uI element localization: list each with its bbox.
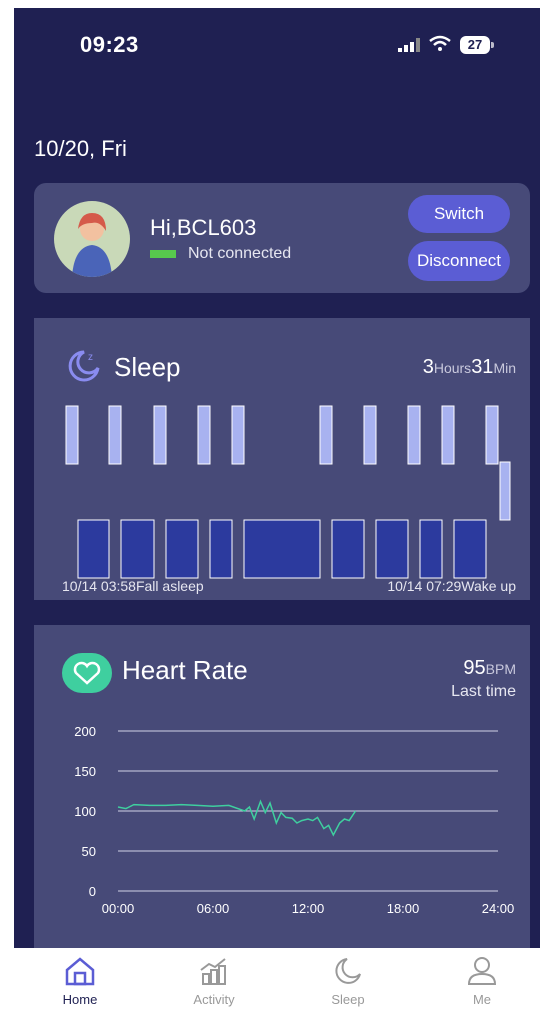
heart-rate-card[interactable]: Heart Rate 95BPM Last time 0 50 100 150 200 0… — [34, 625, 530, 948]
connection-status: Not connected — [150, 245, 291, 263]
sleep-title: Sleep — [114, 352, 181, 382]
tab-home-label: Home — [62, 992, 98, 1007]
battery-tip — [491, 42, 494, 48]
tab-activity[interactable]: Activity — [164, 948, 264, 1007]
tab-sleep[interactable]: Sleep — [298, 948, 398, 1007]
y-tick-label: 50 — [82, 844, 96, 859]
y-tick-label: 200 — [74, 724, 96, 739]
user-card: Hi,BCL603 Not connected Switch Disconnec… — [34, 183, 530, 293]
switch-button[interactable]: Switch — [408, 195, 510, 233]
sleep-card[interactable]: z Sleep 3Hours31Min 10/14 03:58Fall asle… — [34, 318, 530, 600]
bpm-value: 95 — [463, 657, 486, 679]
sleep-duration: 3Hours31Min — [423, 356, 516, 379]
heart-icon — [62, 653, 112, 693]
status-bar: 09:23 27 — [14, 8, 540, 68]
tab-me[interactable]: Me — [432, 948, 532, 1007]
heart-rate-chart: 0 50 100 150 200 00:00 06:00 12:00 18:00 24:00 — [74, 724, 515, 916]
moon-icon: z — [68, 350, 100, 382]
light-sleep-bars — [65, 405, 511, 521]
app-screen: 09:23 27 10/20, Fri Hi,BCL603 Not connec… — [14, 8, 540, 948]
sleep-minutes-unit: Min — [493, 360, 516, 376]
connection-text: Not connected — [188, 245, 292, 262]
status-indicator — [150, 249, 176, 258]
home-icon — [65, 957, 95, 986]
x-tick-label: 12:00 — [292, 901, 325, 916]
svg-text:z: z — [88, 352, 93, 363]
sleep-minutes: 31 — [471, 356, 494, 378]
tab-activity-label: Activity — [193, 992, 235, 1007]
tab-me-label: Me — [472, 992, 492, 1007]
greeting: Hi,BCL603 — [150, 215, 257, 240]
x-tick-label: 18:00 — [387, 901, 420, 916]
heart-rate-value: 95BPM — [463, 657, 516, 680]
disconnect-button[interactable]: Disconnect — [408, 241, 510, 281]
x-tick-label: 00:00 — [102, 901, 135, 916]
tab-sleep-label: Sleep — [331, 992, 365, 1007]
tab-bar: Home Activity Sleep Me — [14, 948, 540, 1036]
tab-home[interactable]: Home — [30, 948, 130, 1007]
battery-icon: 27 — [460, 36, 490, 54]
date-label: 10/20, Fri — [34, 136, 127, 161]
person-icon — [467, 957, 497, 985]
wifi-icon — [429, 35, 451, 51]
avatar-icon — [72, 213, 112, 277]
x-tick-label: 06:00 — [197, 901, 230, 916]
status-time: 09:23 — [80, 32, 139, 57]
sleep-start: 10/14 03:58Fall asleep — [62, 578, 204, 594]
y-tick-label: 150 — [74, 764, 96, 779]
y-tick-label: 0 — [89, 884, 96, 899]
heart-rate-line — [117, 799, 357, 837]
sleep-end: 10/14 07:29Wake up — [387, 578, 516, 594]
signal-icon — [398, 38, 420, 52]
activity-icon — [200, 958, 226, 985]
bpm-unit: BPM — [485, 661, 516, 677]
y-tick-label: 100 — [74, 804, 96, 819]
heart-rate-title: Heart Rate — [122, 655, 248, 685]
deep-sleep-bars — [77, 519, 487, 579]
avatar[interactable] — [54, 201, 130, 277]
x-tick-label: 24:00 — [482, 901, 515, 916]
sleep-hours-unit: Hours — [433, 360, 472, 376]
sleep-chart — [65, 405, 511, 579]
moon-icon — [335, 958, 361, 984]
sleep-hours: 3 — [422, 356, 434, 378]
last-time-label: Last time — [451, 683, 516, 700]
